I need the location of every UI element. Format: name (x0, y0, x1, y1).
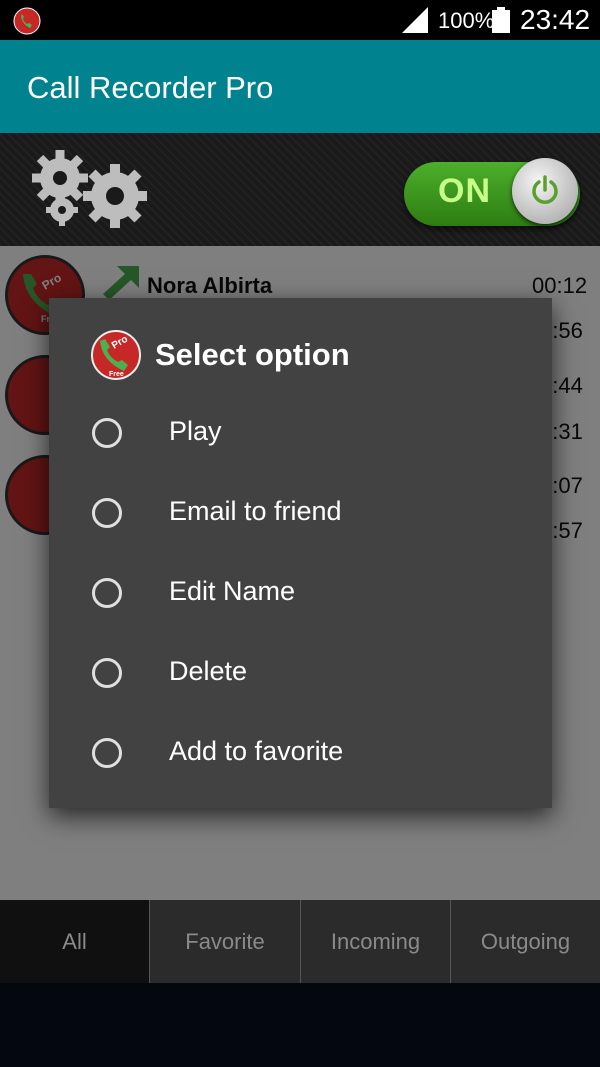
radio-button[interactable] (92, 418, 122, 448)
option-play[interactable]: Play (49, 396, 552, 476)
toggle-label: ON (438, 172, 491, 210)
option-label: Delete (169, 656, 248, 686)
app-logo-icon: Pro Free (91, 330, 141, 380)
battery-percent: 100% (438, 8, 495, 33)
logo-free-text: Free (109, 371, 124, 378)
app-title: Call Recorder Pro (27, 70, 274, 105)
radio-button[interactable] (92, 658, 122, 688)
tab-all[interactable]: All (0, 900, 149, 983)
radio-button[interactable] (92, 738, 122, 768)
tab-favorite[interactable]: Favorite (149, 900, 300, 983)
option-add-to-favorite[interactable]: Add to favorite (49, 716, 552, 796)
system-nav-area (0, 983, 600, 1067)
status-clock: 23:42 (520, 4, 591, 35)
option-email-to-friend[interactable]: Email to friend (49, 476, 552, 556)
option-label: Email to friend (169, 496, 342, 526)
radio-button[interactable] (92, 578, 122, 608)
option-label: Play (169, 416, 222, 446)
radio-button[interactable] (92, 498, 122, 528)
battery-icon (492, 7, 510, 33)
signal-icon (402, 7, 428, 33)
option-edit-name[interactable]: Edit Name (49, 556, 552, 636)
tab-outgoing[interactable]: Outgoing (450, 900, 600, 983)
power-icon (532, 175, 558, 204)
option-label: Edit Name (169, 576, 296, 606)
settings-gears-icon[interactable] (20, 148, 160, 230)
app-notification-icon (13, 7, 41, 35)
status-bar (0, 0, 600, 40)
tab-incoming[interactable]: Incoming (300, 900, 450, 983)
option-label: Add to favorite (169, 736, 344, 766)
dialog-title: Select option (155, 337, 350, 372)
option-delete[interactable]: Delete (49, 636, 552, 716)
